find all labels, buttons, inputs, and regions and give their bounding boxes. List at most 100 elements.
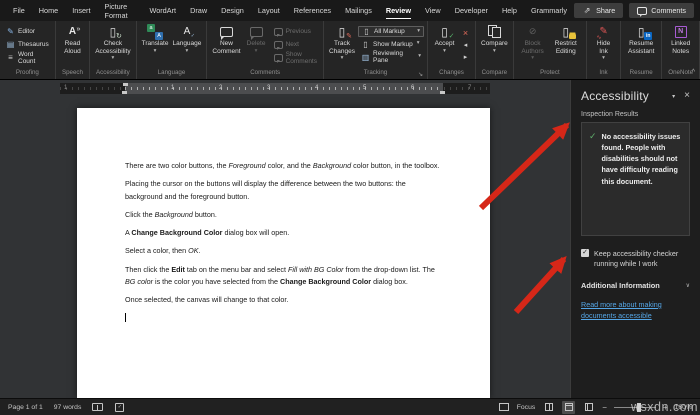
- new-comment-icon: [218, 24, 234, 39]
- dropdown-caret-icon: ▾: [154, 49, 157, 55]
- show-comments-button[interactable]: Show Comments: [271, 52, 320, 64]
- new-comment-button[interactable]: New Comment: [210, 23, 242, 66]
- next-change-button[interactable]: [459, 51, 472, 62]
- next-button[interactable]: Next: [271, 39, 320, 51]
- menu-item-design[interactable]: Design: [214, 0, 251, 21]
- hide-ink-button[interactable]: Hide Ink▾: [590, 23, 617, 66]
- dialog-launcher-icon[interactable]: [416, 70, 424, 78]
- menu-item-home[interactable]: Home: [32, 0, 65, 21]
- check-accessibility-button[interactable]: Check Accessibility▾: [93, 23, 132, 66]
- document-page[interactable]: There are two color buttons, the Foregro…: [77, 108, 490, 398]
- proofing-status-icon[interactable]: [92, 402, 103, 413]
- reject-button[interactable]: [459, 27, 472, 38]
- restrict-editing-button[interactable]: Restrict Editing: [549, 23, 584, 66]
- horizontal-ruler[interactable]: 11234567: [60, 83, 490, 94]
- compare-button[interactable]: Compare▾: [479, 23, 510, 66]
- menubar-right: Share Comments: [574, 3, 694, 18]
- previous-change-button[interactable]: [459, 39, 472, 50]
- check-accessibility-icon: [105, 24, 121, 39]
- next-comment-icon: [274, 40, 283, 49]
- ruler-number: 4: [315, 85, 318, 91]
- menu-item-file[interactable]: File: [6, 0, 32, 21]
- linked-notes-button[interactable]: Linked Notes: [665, 23, 696, 66]
- ribbon-group-speech: Read AloudSpeech: [56, 21, 90, 79]
- web-layout-button[interactable]: [582, 401, 595, 414]
- show-markup-icon: [361, 40, 370, 49]
- panel-header: Accessibility ▾ ×: [581, 89, 690, 103]
- read-more-link[interactable]: Read more about making documents accessi…: [581, 299, 687, 322]
- print-layout-icon: [565, 403, 573, 411]
- keep-running-checkbox[interactable]: ✓: [581, 249, 589, 257]
- read-aloud-icon: [64, 24, 80, 39]
- ribbon-group-accessibility: Check Accessibility▾ Accessibility: [90, 21, 136, 79]
- document-paragraph[interactable]: Click the Background button.: [125, 209, 444, 221]
- panel-dropdown-icon[interactable]: ▾: [672, 93, 675, 100]
- menu-item-insert[interactable]: Insert: [65, 0, 97, 21]
- show-markup-button[interactable]: Show Markup▾: [358, 38, 424, 50]
- additional-information-row[interactable]: Additional Information ∨: [581, 281, 690, 290]
- menu-item-help[interactable]: Help: [495, 0, 524, 21]
- menu-item-review[interactable]: Review: [379, 0, 418, 21]
- statusbar: Page 1 of 1 97 words Focus − + 160%: [0, 398, 700, 415]
- delete-button[interactable]: Delete▾: [243, 23, 270, 66]
- menu-item-draw[interactable]: Draw: [183, 0, 214, 21]
- editor-label: Editor: [18, 28, 35, 35]
- share-button-label: Share: [596, 6, 615, 15]
- document-paragraph[interactable]: Once selected, the canvas will change to…: [125, 294, 444, 306]
- thesaurus-label: Thesaurus: [18, 41, 49, 48]
- thesaurus-button[interactable]: Thesaurus: [3, 39, 52, 51]
- menu-item-layout[interactable]: Layout: [251, 0, 287, 21]
- word-count-button[interactable]: Word Count: [3, 52, 52, 64]
- menu-item-picture-format[interactable]: Picture Format: [97, 0, 142, 21]
- right-indent-marker[interactable]: [440, 91, 445, 94]
- page-indicator[interactable]: Page 1 of 1: [8, 404, 43, 411]
- menu-item-developer[interactable]: Developer: [448, 0, 495, 21]
- previous-button[interactable]: Previous: [271, 26, 320, 38]
- collapse-ribbon-icon[interactable]: ^: [692, 69, 695, 76]
- menu-item-references[interactable]: References: [287, 0, 338, 21]
- translate-button[interactable]: Translate▾: [140, 23, 171, 66]
- share-button[interactable]: Share: [574, 3, 623, 18]
- document-paragraph[interactable]: There are two color buttons, the Foregro…: [125, 160, 444, 172]
- keep-running-label: Keep accessibility checker running while…: [594, 249, 690, 270]
- focus-icon[interactable]: [499, 402, 510, 413]
- dropdown-caret-icon: ▾: [255, 49, 258, 55]
- zoom-out-button[interactable]: −: [602, 403, 607, 412]
- document-paragraph[interactable]: Then click the Edit tab on the menu bar …: [125, 264, 444, 289]
- ruler-number: 7: [468, 85, 471, 91]
- reviewing-pane-button[interactable]: Reviewing Pane▾: [358, 51, 424, 63]
- translate-icon: [147, 24, 163, 39]
- document-paragraph[interactable]: Placing the cursor on the buttons will d…: [125, 178, 444, 203]
- share-icon: [582, 6, 592, 16]
- menu-item-grammarly[interactable]: Grammarly: [524, 0, 574, 21]
- menu-item-view[interactable]: View: [418, 0, 448, 21]
- accept-button[interactable]: Accept▾: [431, 23, 458, 66]
- left-indent-marker[interactable]: [123, 83, 128, 86]
- comments-button[interactable]: Comments: [629, 3, 694, 18]
- menu-item-wordart[interactable]: WordArt: [142, 0, 183, 21]
- accessibility-status-icon[interactable]: [114, 402, 125, 413]
- document-paragraph[interactable]: Select a color, then OK.: [125, 245, 444, 257]
- hanging-indent-marker[interactable]: [122, 91, 127, 94]
- editor-button[interactable]: Editor: [3, 26, 52, 38]
- track-changes-button[interactable]: Track Changes▾: [327, 23, 357, 66]
- track-changes-label: Track Changes: [329, 40, 355, 55]
- focus-label[interactable]: Focus: [517, 404, 536, 411]
- read-aloud-button[interactable]: Read Aloud: [59, 23, 86, 66]
- all-markup-button[interactable]: All Markup▾: [358, 26, 424, 37]
- language-button[interactable]: Language▾: [170, 23, 203, 66]
- word-count[interactable]: 97 words: [54, 404, 82, 411]
- document-paragraph[interactable]: A Change Background Color dialog box wil…: [125, 227, 444, 239]
- read-mode-button[interactable]: [542, 401, 555, 414]
- ribbon-groups: EditorThesaurusWord CountProofingRead Al…: [0, 21, 700, 79]
- panel-close-icon[interactable]: ×: [684, 91, 690, 101]
- print-layout-button[interactable]: [562, 401, 575, 414]
- addinfo-chevron-icon: ∨: [686, 282, 690, 289]
- translate-label: Translate: [142, 40, 169, 48]
- ribbon-group-label: Resume: [630, 69, 653, 76]
- resume-assistant-button[interactable]: Resume Assistant: [624, 23, 658, 66]
- dropdown-caret-icon: ▾: [417, 41, 420, 47]
- block-authors-button[interactable]: Block Authors▾: [517, 23, 549, 66]
- ribbon-group-label: Accessibility: [96, 69, 130, 76]
- menu-item-mailings[interactable]: Mailings: [338, 0, 379, 21]
